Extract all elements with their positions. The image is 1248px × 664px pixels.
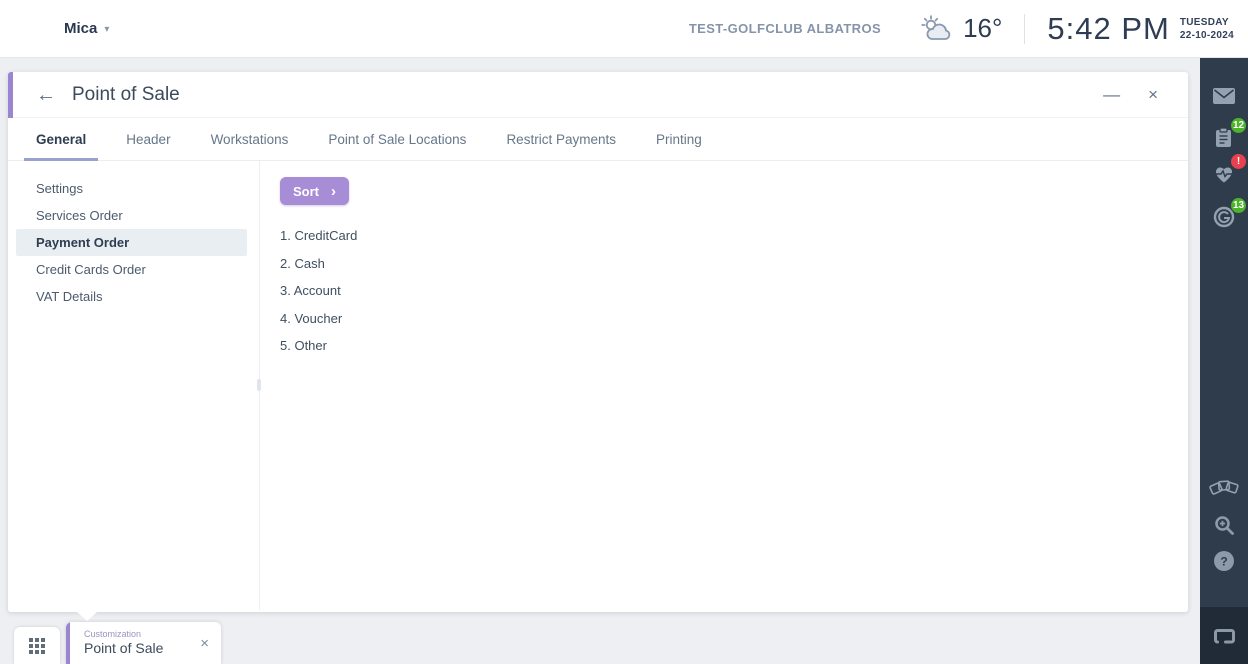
point-of-sale-window: ← Point of Sale — × General Header Works… [8, 72, 1188, 612]
payment-order-list: 1. CreditCard 2. Cash 3. Account 4. Vouc… [280, 228, 1188, 353]
topbar-right-cluster: TEST-GOLFCLUB ALBATROS 16° 5:42 PM TUESD… [689, 11, 1234, 47]
nav-item-vat-details[interactable]: VAT Details [16, 283, 247, 310]
list-item: 1. CreditCard [280, 228, 358, 243]
app-switcher-dropdown[interactable]: Mica ▾ [64, 20, 109, 37]
clipboard-badge: 12 [1230, 117, 1247, 134]
panel-accent-bar [8, 72, 13, 118]
nav-item-settings[interactable]: Settings [16, 175, 247, 202]
nav-item-services-order[interactable]: Services Order [16, 202, 247, 229]
payment-order-content: Sort › 1. CreditCard 2. Cash 3. Account … [260, 161, 1188, 610]
taskbar-tab-text: Customization Point of Sale [84, 629, 163, 658]
g-logo-icon[interactable]: 13 [1209, 197, 1247, 232]
tab-printing[interactable]: Printing [644, 118, 714, 160]
tab-point-of-sale-locations[interactable]: Point of Sale Locations [316, 118, 478, 160]
divider [1024, 13, 1026, 44]
g-logo-badge: 13 [1230, 197, 1247, 214]
clock-time: 5:42 PM [1047, 10, 1170, 46]
right-dock-sidebar: 12 ! 13 ? [1200, 58, 1248, 664]
weekday: TUESDAY [1179, 17, 1229, 28]
close-icon[interactable]: × [1148, 86, 1158, 103]
tab-workstations[interactable]: Workstations [199, 118, 301, 160]
panel-tab-pointer [77, 612, 97, 621]
zoom-in-icon[interactable] [1209, 510, 1239, 540]
date-block: TUESDAY 22-10-2024 [1180, 15, 1234, 42]
dock-window-icon[interactable] [1209, 621, 1239, 651]
list-item: 2. Cash [280, 255, 325, 271]
page-title: Point of Sale [72, 83, 180, 105]
svg-text:?: ? [1220, 555, 1227, 569]
health-alert-badge: ! [1230, 153, 1247, 170]
club-name: TEST-GOLFCLUB ALBATROS [688, 21, 882, 36]
clipboard-tasks-icon[interactable]: 12 [1209, 117, 1247, 152]
back-arrow-icon[interactable]: ← [36, 85, 56, 105]
health-pulse-icon[interactable]: ! [1209, 153, 1247, 188]
tab-general[interactable]: General [24, 118, 99, 161]
tab-restrict-payments[interactable]: Restrict Payments [494, 118, 628, 160]
list-item: 3. Account [280, 283, 341, 298]
sort-button-label: Sort [293, 183, 319, 199]
app-name: Mica [64, 20, 98, 37]
minimize-icon[interactable]: — [1103, 86, 1120, 103]
chevron-down-icon: ▾ [104, 24, 110, 35]
taskbar-tab-close-icon[interactable]: × [200, 635, 209, 652]
list-item: 4. Voucher [280, 310, 343, 326]
nav-resize-handle[interactable] [257, 379, 261, 391]
taskbar-tab-accent [66, 622, 70, 664]
chevron-right-icon: › [331, 183, 336, 200]
panel-header: ← Point of Sale — × [8, 72, 1188, 118]
window-controls: — × [1103, 86, 1158, 103]
date: 22-10-2024 [1179, 29, 1234, 41]
list-item: 5. Other [280, 338, 327, 353]
settings-nav: Settings Services Order Payment Order Cr… [8, 161, 261, 610]
cards-fan-icon[interactable] [1209, 473, 1239, 503]
taskbar-tab-title: Point of Sale [84, 639, 164, 656]
nav-item-payment-order[interactable]: Payment Order [16, 229, 247, 256]
help-icon[interactable]: ? [1209, 546, 1239, 576]
tab-header[interactable]: Header [114, 118, 182, 160]
taskbar-tab-category: Customization [84, 628, 142, 639]
taskbar-tab-point-of-sale[interactable]: Customization Point of Sale × [66, 622, 221, 664]
panel-body: Settings Services Order Payment Order Cr… [8, 161, 1188, 610]
temperature: 16° [963, 13, 1003, 43]
mail-icon[interactable] [1209, 81, 1239, 111]
sort-button[interactable]: Sort › [280, 177, 349, 205]
tab-bar: General Header Workstations Point of Sal… [8, 118, 1188, 161]
grid-icon [29, 637, 45, 654]
nav-item-credit-cards-order[interactable]: Credit Cards Order [16, 256, 247, 283]
weather-icon [919, 14, 955, 44]
app-launcher-button[interactable] [14, 627, 60, 664]
top-bar: Mica ▾ TEST-GOLFCLUB ALBATROS 16° 5:42 P… [0, 0, 1248, 58]
